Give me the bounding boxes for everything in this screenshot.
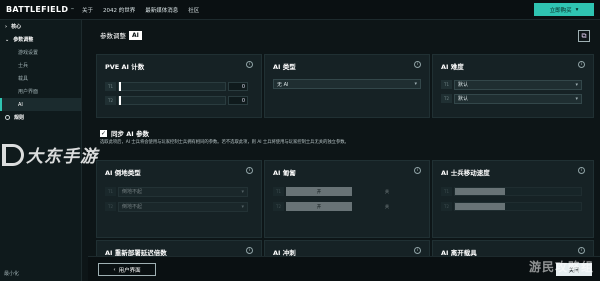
- footer-bar: ‹ 用户界面 关闭: [88, 256, 600, 281]
- chevron-right-icon: ›: [5, 23, 8, 30]
- panel-ai-crouch: AI 匍匐 i T1 开 关 T2 开 关: [264, 160, 430, 238]
- down-select-t1[interactable]: 倒地不起 ▾: [118, 186, 248, 197]
- info-icon[interactable]: i: [578, 61, 585, 68]
- sidebar-item-core[interactable]: › 核心: [0, 20, 81, 33]
- chevron-down-icon: ⌄: [5, 36, 10, 43]
- panel-ai-type: AI 类型 i 无 AI ▾: [264, 54, 430, 118]
- slider-fill: [455, 203, 506, 210]
- sidebar-item-vehicle[interactable]: 载具: [0, 72, 81, 85]
- down-select-t2[interactable]: 倒地不起 ▾: [118, 201, 248, 212]
- pve-row-t2: T2 0: [105, 96, 248, 105]
- panel-ai-move-speed: AI 士兵移动速度 i T1 T2: [432, 160, 594, 238]
- breadcrumb: 参数调整 AI: [100, 28, 142, 42]
- crouch-off-t1[interactable]: 关: [354, 187, 420, 196]
- pve-value-t2[interactable]: 0: [228, 96, 248, 105]
- down-row-t1: T1 倒地不起 ▾: [105, 186, 248, 197]
- top-bar: BATTLEFIELD ™ 关于 2042 的世界 最新媒体消息 社区 立即购买 …: [0, 0, 600, 20]
- export-icon[interactable]: ⧉: [578, 30, 590, 42]
- panel-ai-down-type: AI 倒地类型 i T1 倒地不起 ▾ T2 倒地不起 ▾: [96, 160, 262, 238]
- crouch-row-t1: T1 开 关: [273, 187, 420, 196]
- speed-row-t2: T2: [441, 202, 582, 211]
- check-icon[interactable]: ✓: [100, 129, 107, 137]
- speed-row-t1: T1: [441, 187, 582, 196]
- battlefield-logo[interactable]: BATTLEFIELD ™: [0, 0, 82, 20]
- sidebar-item-ai[interactable]: AI: [0, 98, 81, 111]
- watermark-right: 游民攻略组: [528, 260, 594, 274]
- sidebar-item-game-settings[interactable]: 游戏设置: [0, 46, 81, 59]
- panel-pve-ai-count: PVE AI 计数 i T1 0 T2 0: [96, 54, 262, 118]
- slider-thumb[interactable]: [119, 82, 121, 91]
- chevron-down-icon: ▾: [414, 81, 417, 87]
- info-icon[interactable]: i: [578, 247, 585, 254]
- sidebar-item-rules[interactable]: 规则: [0, 111, 81, 124]
- watermark-logo-left: 大东手游: [2, 142, 98, 167]
- sidebar-item-soldier[interactable]: 士兵: [0, 59, 81, 72]
- info-icon[interactable]: i: [414, 61, 421, 68]
- info-icon[interactable]: i: [246, 247, 253, 254]
- info-icon[interactable]: i: [246, 61, 253, 68]
- difficulty-row-t1: T1 默认 ▾: [441, 79, 582, 90]
- sidebar-item-tuning[interactable]: ⌄ 参数调整: [0, 33, 81, 46]
- chevron-down-icon: ▾: [241, 188, 244, 195]
- nav-item-world[interactable]: 2042 的世界: [103, 6, 135, 14]
- minimize-label[interactable]: 最小化: [4, 270, 19, 277]
- chevron-down-icon: ▾: [575, 6, 579, 13]
- ui-back-button[interactable]: ‹ 用户界面: [98, 263, 156, 276]
- top-nav: 关于 2042 的世界 最新媒体消息 社区: [82, 6, 199, 14]
- slider-thumb[interactable]: [119, 96, 121, 105]
- ai-type-select[interactable]: 无 AI ▾: [273, 79, 421, 89]
- breadcrumb-parent: 参数调整: [100, 32, 126, 40]
- chevron-down-icon: ▾: [575, 81, 578, 88]
- info-icon[interactable]: i: [246, 167, 253, 174]
- sync-description: 选取此项后，AI 士兵将会使用与玩家控制士兵拥有相同的参数。若不选取此项，则 A…: [100, 140, 349, 145]
- info-icon[interactable]: i: [414, 167, 421, 174]
- nav-item-media[interactable]: 最新媒体消息: [145, 6, 178, 14]
- chevron-down-icon: ▾: [575, 95, 578, 102]
- main-content: 参数调整 AI ⧉ PVE AI 计数 i T1 0 T2 0 AI 类型 i …: [88, 20, 600, 281]
- sync-ai-toggle[interactable]: ✓ 同步 AI 参数: [100, 128, 149, 138]
- crouch-on-t2[interactable]: 开: [286, 202, 352, 211]
- pve-value-t1[interactable]: 0: [228, 82, 248, 91]
- sidebar-item-ui[interactable]: 用户界面: [0, 85, 81, 98]
- crouch-on-t1[interactable]: 开: [286, 187, 352, 196]
- speed-slider-t2[interactable]: [454, 202, 582, 211]
- d-logo-icon: [2, 143, 24, 166]
- chevron-left-icon: ‹: [113, 266, 116, 273]
- difficulty-select-t2[interactable]: 默认 ▾: [454, 93, 582, 104]
- difficulty-row-t2: T2 默认 ▾: [441, 93, 582, 104]
- info-icon[interactable]: i: [578, 167, 585, 174]
- slider-fill: [455, 188, 506, 195]
- crouch-row-t2: T2 开 关: [273, 202, 420, 211]
- down-row-t2: T2 倒地不起 ▾: [105, 201, 248, 212]
- pve-slider-t2[interactable]: [118, 96, 226, 105]
- rules-dot-icon: [5, 115, 10, 120]
- breadcrumb-current: AI: [129, 30, 142, 40]
- pve-row-t1: T1 0: [105, 82, 248, 91]
- crouch-off-t2[interactable]: 关: [354, 202, 420, 211]
- difficulty-select-t1[interactable]: 默认 ▾: [454, 79, 582, 90]
- panel-ai-difficulty: AI 难度 i T1 默认 ▾ T2 默认 ▾: [432, 54, 594, 118]
- nav-item-about[interactable]: 关于: [82, 6, 93, 14]
- info-icon[interactable]: i: [414, 247, 421, 254]
- buy-now-button[interactable]: 立即购买 ▾: [534, 3, 594, 16]
- chevron-down-icon: ▾: [241, 203, 244, 210]
- speed-slider-t1[interactable]: [454, 187, 582, 196]
- nav-item-community[interactable]: 社区: [188, 6, 199, 14]
- pve-slider-t1[interactable]: [118, 82, 226, 91]
